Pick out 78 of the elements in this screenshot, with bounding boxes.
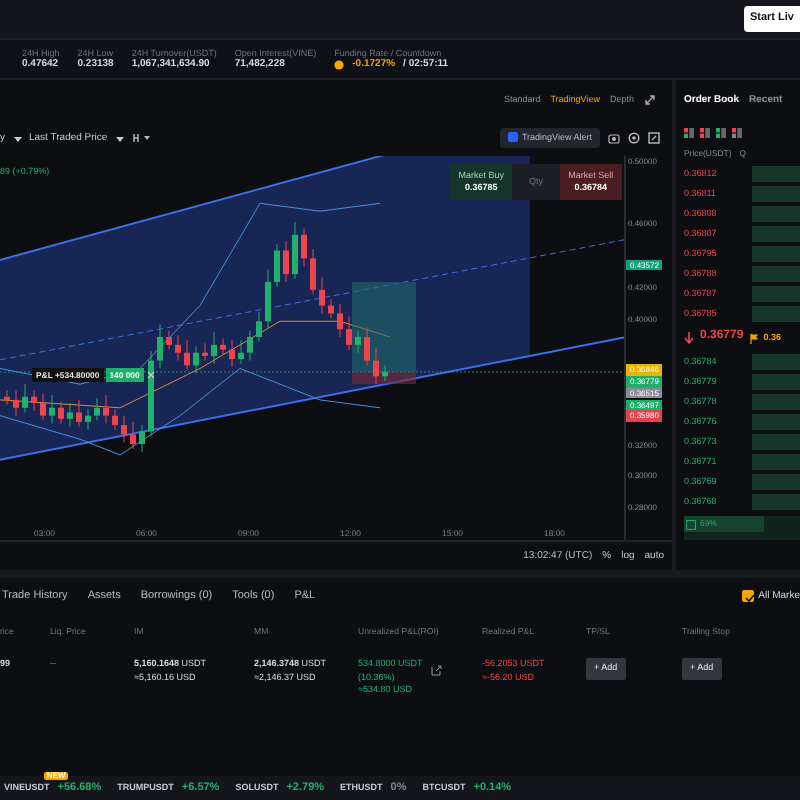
- candle: [274, 243, 280, 288]
- depth-bar: [752, 206, 800, 222]
- candle: [364, 327, 370, 366]
- candle: [310, 248, 316, 296]
- candle: [49, 394, 55, 424]
- candle: [22, 383, 28, 413]
- candle: [76, 399, 82, 428]
- book-layout-icon[interactable]: [700, 127, 710, 137]
- candle: [319, 276, 325, 314]
- candle: [121, 415, 127, 443]
- depth-bar: [752, 266, 800, 282]
- candle: [157, 323, 163, 369]
- fullscreen-icon[interactable]: [648, 132, 660, 144]
- candle: [292, 221, 298, 280]
- candle: [301, 228, 307, 267]
- book-layout-icon[interactable]: [684, 127, 694, 137]
- expand-icon: [644, 94, 656, 106]
- candle: [220, 338, 226, 355]
- settings-icon[interactable]: [628, 132, 640, 144]
- all-markets-checkbox[interactable]: [742, 590, 755, 602]
- depth-bar: [752, 354, 800, 370]
- caret-icon: [13, 135, 21, 141]
- candle: [211, 331, 217, 365]
- flag-icon: [749, 333, 758, 343]
- candle: [4, 390, 10, 406]
- candle: [265, 268, 271, 330]
- candle: [67, 402, 73, 428]
- depth-bar: [752, 306, 800, 322]
- candle: [247, 330, 253, 362]
- depth-bar: [752, 414, 800, 430]
- depth-bar: [752, 434, 800, 450]
- candle: [193, 345, 199, 374]
- candle: [112, 408, 118, 431]
- candle: [184, 339, 190, 371]
- candle: [130, 421, 136, 450]
- depth-bar: [752, 374, 800, 390]
- candle: [337, 303, 343, 338]
- candle: [13, 390, 19, 417]
- candle: [103, 394, 109, 424]
- candle: [355, 330, 361, 354]
- candle: [283, 240, 289, 283]
- book-layout-icon[interactable]: [716, 127, 726, 137]
- candle: [166, 330, 172, 351]
- candle: [238, 339, 244, 365]
- candle: [175, 334, 181, 362]
- depth-bar: [752, 226, 800, 242]
- candle: [346, 316, 352, 351]
- depth-bar: [752, 394, 800, 410]
- candle: [94, 397, 100, 421]
- depth-bar: [752, 494, 800, 510]
- alert-icon: [507, 132, 518, 143]
- depth-bar: [752, 286, 800, 302]
- candle: [139, 424, 145, 453]
- candle: [148, 350, 154, 437]
- depth-bar: [752, 246, 800, 262]
- book-layout-icon[interactable]: [732, 127, 742, 137]
- close-icon[interactable]: [145, 370, 156, 381]
- camera-icon[interactable]: [608, 132, 620, 144]
- share-icon: [430, 664, 443, 676]
- candle: [229, 339, 235, 368]
- depth-bar: [752, 186, 800, 202]
- candle: [328, 298, 334, 319]
- buy-icon: [686, 519, 696, 529]
- candle: [31, 390, 37, 412]
- depth-bar: [752, 166, 800, 182]
- candle: [85, 408, 91, 431]
- candle: [40, 393, 46, 421]
- depth-bar: [752, 474, 800, 490]
- candle: [256, 311, 262, 343]
- candle: [373, 347, 379, 385]
- coin-icon: [334, 59, 345, 70]
- candle: [382, 364, 388, 382]
- depth-bar: [752, 454, 800, 470]
- candle: [58, 401, 64, 424]
- caret-icon: [115, 135, 124, 141]
- candle: [202, 342, 208, 362]
- down-arrow-icon: [684, 332, 694, 344]
- position-box-drawing: [352, 281, 416, 384]
